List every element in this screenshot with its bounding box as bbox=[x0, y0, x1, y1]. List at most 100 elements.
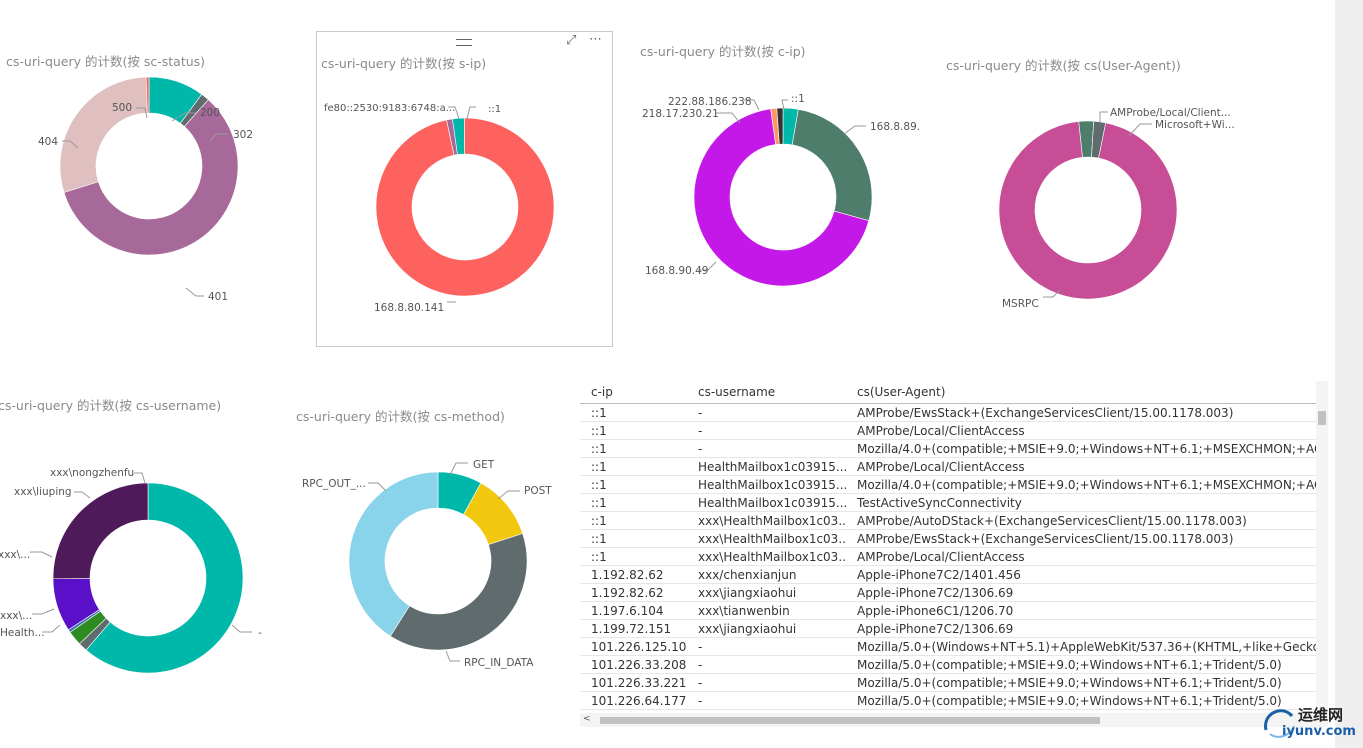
table-row[interactable]: 101.226.64.177- Mozilla/5.0+(compatible;+… bbox=[580, 691, 1320, 710]
table-row[interactable]: 101.226.125.104- Mozilla/5.0+(Windows+NT+… bbox=[580, 637, 1320, 656]
table-cell: ::1 bbox=[580, 493, 687, 512]
table-cell: AMProbe/Local/ClientAccess bbox=[846, 421, 1320, 440]
table-row[interactable]: ::1 HealthMailbox1c03915... TestActiveSync… bbox=[580, 493, 1320, 512]
vertical-scrollbar[interactable] bbox=[1316, 381, 1328, 726]
donut-svg: 222.88.186.238 218.17.230.21 ::1 168.8.8… bbox=[642, 93, 920, 287]
table-cell: ::1 bbox=[580, 529, 687, 548]
column-header[interactable]: cs(User-Agent) bbox=[846, 381, 1320, 404]
table-row[interactable]: ::1 xxx\HealthMailbox1c03... AMProbe/AutoD… bbox=[580, 511, 1320, 530]
donut-slice[interactable] bbox=[59, 76, 148, 193]
column-header[interactable]: cs-username bbox=[687, 381, 846, 404]
table-row[interactable]: 101.226.33.221- Mozilla/5.0+(compatible;+… bbox=[580, 673, 1320, 692]
column-header[interactable]: c-ip bbox=[580, 381, 687, 404]
slice-label-loopback: ::1 bbox=[791, 93, 805, 105]
details-table[interactable]: c-ip cs-username cs(User-Agent) ::1- AMPr… bbox=[580, 381, 1328, 726]
slice-label-200: 200 bbox=[200, 107, 220, 119]
donut-slice[interactable] bbox=[375, 117, 555, 297]
right-side-strip bbox=[1335, 0, 1363, 748]
slice-label-16890: 168.8.90.49 bbox=[645, 265, 708, 277]
slice-label-16889: 168.8.89.33 bbox=[870, 121, 920, 133]
slice-label-liuping: xxx\liuping bbox=[14, 486, 72, 498]
table-cell: AMProbe/EwsStack+(ExchangeServicesClient… bbox=[846, 403, 1320, 422]
table-cell: xxx\HealthMailbox1c03... bbox=[687, 529, 846, 548]
table-row[interactable]: 1.192.82.62 xxx\jiangxiaohui Apple-iPhone7… bbox=[580, 583, 1320, 602]
slice-label-rpcout: RPC_OUT_... bbox=[302, 478, 366, 490]
table-cell: 1.192.82.62 bbox=[580, 565, 687, 584]
slice-label-post: POST bbox=[524, 485, 552, 497]
table-cell: AMProbe/EwsStack+(ExchangeServicesClient… bbox=[846, 529, 1320, 548]
slice-label-get: GET bbox=[473, 459, 495, 471]
table-row[interactable]: ::1- Mozilla/4.0+(compatible;+MSIE+9.0;+W… bbox=[580, 439, 1320, 458]
table-cell: - bbox=[687, 637, 846, 656]
table-cell: TestActiveSyncConnectivity bbox=[846, 493, 1320, 512]
slice-label-222: 222.88.186.238 bbox=[668, 96, 752, 108]
table-cell: Mozilla/4.0+(compatible;+MSIE+9.0;+Windo… bbox=[846, 475, 1320, 494]
table-row[interactable]: ::1 HealthMailbox1c03915... AMProbe/Local/… bbox=[580, 457, 1320, 476]
table-cell: Mozilla/5.0+(compatible;+MSIE+9.0;+Windo… bbox=[846, 691, 1320, 710]
table-cell: Mozilla/5.0+(compatible;+MSIE+9.0;+Windo… bbox=[846, 655, 1320, 674]
slice-label-rpcin: RPC_IN_DATA bbox=[464, 657, 534, 669]
donut-slice[interactable] bbox=[348, 471, 439, 637]
table-cell: ::1 bbox=[580, 475, 687, 494]
table-cell: xxx\jiangxiaohui bbox=[687, 619, 846, 638]
table-body: ::1- AMProbe/EwsStack+(ExchangeServicesCl… bbox=[580, 403, 1320, 726]
table-cell: AMProbe/AutoDStack+(ExchangeServicesClie… bbox=[846, 511, 1320, 530]
table-row[interactable]: ::1 xxx\HealthMailbox1c03... AMProbe/EwsSt… bbox=[580, 529, 1320, 548]
report-canvas: cs-uri-query 的计数(按 sc-status) 500 200 30… bbox=[0, 0, 1335, 748]
slice-label-nongzhenfu: xxx\nongzhenfu bbox=[50, 467, 134, 479]
table-cell: 101.226.33.221 bbox=[580, 673, 687, 692]
table-cell: xxx\HealthMailbox1c03... bbox=[687, 511, 846, 530]
table-row[interactable]: 1.197.6.104 xxx\tianwenbin Apple-iPhone6C1… bbox=[580, 601, 1320, 620]
table-cell: Apple-iPhone7C2/1401.456 bbox=[846, 565, 1320, 584]
donut-slice[interactable] bbox=[389, 533, 528, 651]
slice-label-main: 168.8.80.141 bbox=[374, 302, 444, 314]
scroll-left-icon[interactable]: < bbox=[583, 714, 591, 724]
table-cell: Apple-iPhone7C2/1306.69 bbox=[846, 583, 1320, 602]
slice-label-amprobe: AMProbe/Local/Client... bbox=[1110, 107, 1231, 119]
table-cell: - bbox=[687, 403, 846, 422]
table-cell: Mozilla/5.0+(Windows+NT+5.1)+AppleWebKit… bbox=[846, 637, 1320, 656]
status-donut-visual[interactable]: cs-uri-query 的计数(按 sc-status) 500 200 30… bbox=[0, 40, 300, 330]
table-cell: 101.226.33.208 bbox=[580, 655, 687, 674]
table-cell: HealthMailbox1c03915... bbox=[687, 475, 846, 494]
slice-label-404: 404 bbox=[38, 136, 58, 148]
horizontal-scrollbar[interactable]: < bbox=[580, 713, 1328, 727]
useragent-donut-visual[interactable]: cs-uri-query 的计数(按 cs(User-Agent)) AMPro… bbox=[940, 40, 1240, 330]
table-cell: ::1 bbox=[580, 547, 687, 566]
table-row[interactable]: 1.192.82.62 xxx/chenxianjun Apple-iPhone7C… bbox=[580, 565, 1320, 584]
table-cell: - bbox=[687, 655, 846, 674]
scrollbar-thumb[interactable] bbox=[1318, 411, 1326, 425]
method-donut-visual[interactable]: cs-uri-query 的计数(按 cs-method) RPC_OUT_..… bbox=[290, 395, 580, 695]
donut-svg: AMProbe/Local/Client... Microsoft+Wi... … bbox=[998, 107, 1235, 310]
slice-label-xxx-1: xxx\... bbox=[0, 549, 30, 561]
table-cell: xxx\HealthMailbox1c03... bbox=[687, 547, 846, 566]
watermark-text-cn: 运维网 bbox=[1298, 706, 1344, 724]
table-row[interactable]: 101.226.33.208- Mozilla/5.0+(compatible;+… bbox=[580, 655, 1320, 674]
table-cell: ::1 bbox=[580, 511, 687, 530]
table-row[interactable]: ::1 HealthMailbox1c03915... Mozilla/4.0+(c… bbox=[580, 475, 1320, 494]
donut-svg: fe80::2530:9183:6748:a... ::1 168.8.80.1… bbox=[324, 103, 555, 314]
scrollbar-thumb[interactable] bbox=[600, 717, 1100, 724]
slice-label-loopback: ::1 bbox=[488, 104, 501, 115]
table-cell: HealthMailbox1c03915... bbox=[687, 457, 846, 476]
table-cell: Apple-iPhone6C1/1206.70 bbox=[846, 601, 1320, 620]
slice-label-health: Health... bbox=[0, 627, 45, 639]
table-cell: ::1 bbox=[580, 457, 687, 476]
table-cell: 101.226.125.104 bbox=[580, 637, 687, 656]
table-cell: AMProbe/Local/ClientAccess bbox=[846, 457, 1320, 476]
table-cell: HealthMailbox1c03915... bbox=[687, 493, 846, 512]
table-row[interactable]: ::1- AMProbe/EwsStack+(ExchangeServicesCl… bbox=[580, 403, 1320, 422]
table-row[interactable]: ::1- AMProbe/Local/ClientAccess bbox=[580, 421, 1320, 440]
sip-donut-visual[interactable]: ⤢ ⋯ cs-uri-query 的计数(按 s-ip) fe80::2530:… bbox=[316, 31, 613, 347]
table-row[interactable]: 1.199.72.151 xxx\jiangxiaohui Apple-iPhone… bbox=[580, 619, 1320, 638]
table-row[interactable]: ::1 xxx\HealthMailbox1c03... AMProbe/Local… bbox=[580, 547, 1320, 566]
table-cell: 1.197.6.104 bbox=[580, 601, 687, 620]
slice-label-fe80: fe80::2530:9183:6748:a... bbox=[324, 103, 455, 114]
username-donut-visual[interactable]: cs-uri-query 的计数(按 cs-username) xxx\nong… bbox=[0, 385, 290, 685]
slice-label-dash: - bbox=[258, 627, 262, 639]
table-cell: AMProbe/Local/ClientAccess bbox=[846, 547, 1320, 566]
table-header-row: c-ip cs-username cs(User-Agent) bbox=[580, 381, 1320, 404]
cip-donut-visual[interactable]: cs-uri-query 的计数(按 c-ip) 222.88.186.238 … bbox=[630, 30, 920, 330]
table-cell: Apple-iPhone7C2/1306.69 bbox=[846, 619, 1320, 638]
table-cell: xxx/chenxianjun bbox=[687, 565, 846, 584]
